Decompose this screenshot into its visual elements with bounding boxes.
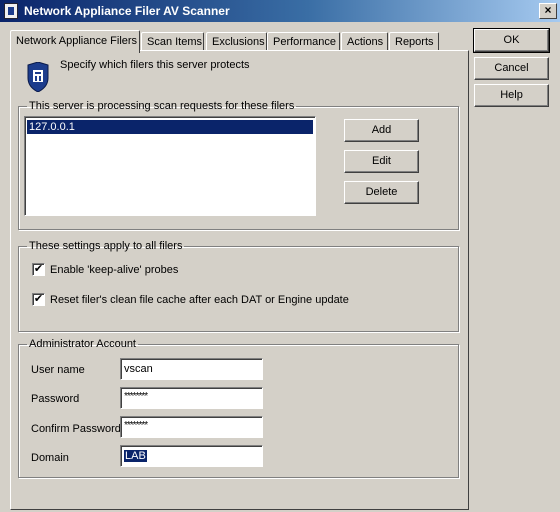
confirm-password-label: Confirm Password [31,423,121,435]
intro-text: Specify which filers this server protect… [60,59,250,71]
tab-network-appliance-filers[interactable]: Network Appliance Filers [10,30,140,53]
domain-label: Domain [31,452,69,464]
confirm-password-mask: ******** [124,420,148,431]
tab-performance[interactable]: Performance [267,32,340,51]
tab-scan-items[interactable]: Scan Items [141,32,204,51]
cancel-button[interactable]: Cancel [474,57,549,80]
settings-group: These settings apply to all filers [18,240,459,332]
reset-cache-checkbox[interactable]: ✔ [32,293,45,306]
confirm-password-input[interactable]: ******** [120,416,263,438]
domain-input[interactable]: LAB [120,445,263,467]
help-button[interactable]: Help [474,84,549,107]
domain-value: LAB [124,450,147,462]
keepalive-checkbox[interactable]: ✔ [32,263,45,276]
list-item[interactable]: 127.0.0.1 [27,120,313,134]
ok-button[interactable]: OK [473,28,550,53]
filers-group-legend: This server is processing scan requests … [29,100,295,112]
close-button[interactable]: × [539,3,557,19]
edit-button[interactable]: Edit [344,150,419,173]
keepalive-label: Enable 'keep-alive' probes [50,264,179,276]
tab-actions[interactable]: Actions [341,32,388,51]
password-label: Password [31,393,80,405]
app-icon [4,3,18,19]
window-title: Network Appliance Filer AV Scanner [24,4,230,18]
title-bar: Network Appliance Filer AV Scanner × [0,0,560,22]
username-value: vscan [124,363,153,375]
username-input[interactable]: vscan [120,358,263,380]
filers-list[interactable]: 127.0.0.1 [24,116,316,216]
server-protect-icon [27,62,49,92]
add-button[interactable]: Add [344,119,419,142]
username-label: User name [31,364,85,376]
reset-cache-label: Reset filer's clean file cache after eac… [50,294,349,306]
tab-reports[interactable]: Reports [389,32,439,51]
admin-group-legend: Administrator Account [29,338,136,350]
password-input[interactable]: ******** [120,387,263,409]
tab-exclusions[interactable]: Exclusions [206,32,267,51]
password-mask: ******** [124,391,148,402]
delete-button[interactable]: Delete [344,181,419,204]
settings-group-legend: These settings apply to all filers [29,240,183,252]
